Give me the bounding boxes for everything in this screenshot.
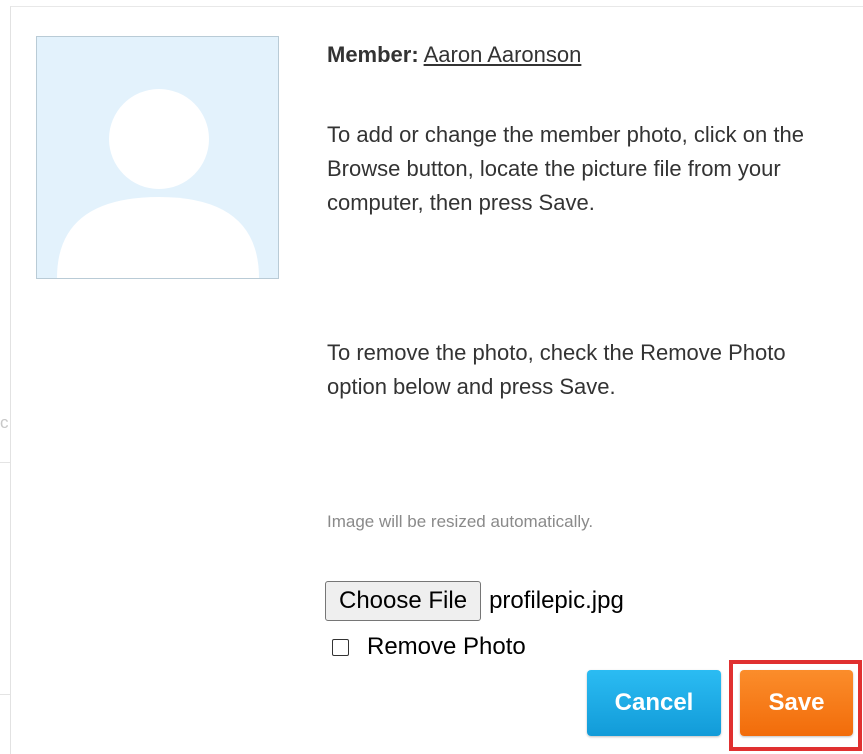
background-divider: [0, 462, 10, 463]
background-page-strip: c: [0, 0, 10, 754]
person-silhouette-icon: [57, 89, 259, 278]
add-photo-instructions: To add or change the member photo, click…: [327, 122, 804, 215]
member-photo: [36, 36, 279, 279]
cancel-button[interactable]: Cancel: [587, 670, 721, 736]
member-label: Member:: [327, 42, 419, 67]
member-line: Member: Aaron Aaronson: [327, 38, 847, 72]
file-input: Choose File profilepic.jpg: [325, 581, 624, 621]
background-divider: [0, 694, 10, 695]
selected-file-name: profilepic.jpg: [489, 587, 624, 614]
remove-photo-label[interactable]: Remove Photo: [367, 633, 526, 661]
member-name-link[interactable]: Aaron Aaronson: [424, 42, 582, 67]
dialog-content: Member: Aaron Aaronson To add or change …: [327, 38, 847, 531]
background-partial-text: c: [0, 413, 9, 432]
remove-photo-checkbox[interactable]: [332, 638, 349, 656]
save-button[interactable]: Save: [740, 670, 853, 736]
choose-file-button[interactable]: Choose File: [325, 581, 482, 621]
remove-photo-option: Remove Photo: [332, 632, 526, 662]
resize-note: Image will be resized automatically.: [327, 512, 594, 531]
remove-photo-instructions: To remove the photo, check the Remove Ph…: [327, 340, 786, 399]
